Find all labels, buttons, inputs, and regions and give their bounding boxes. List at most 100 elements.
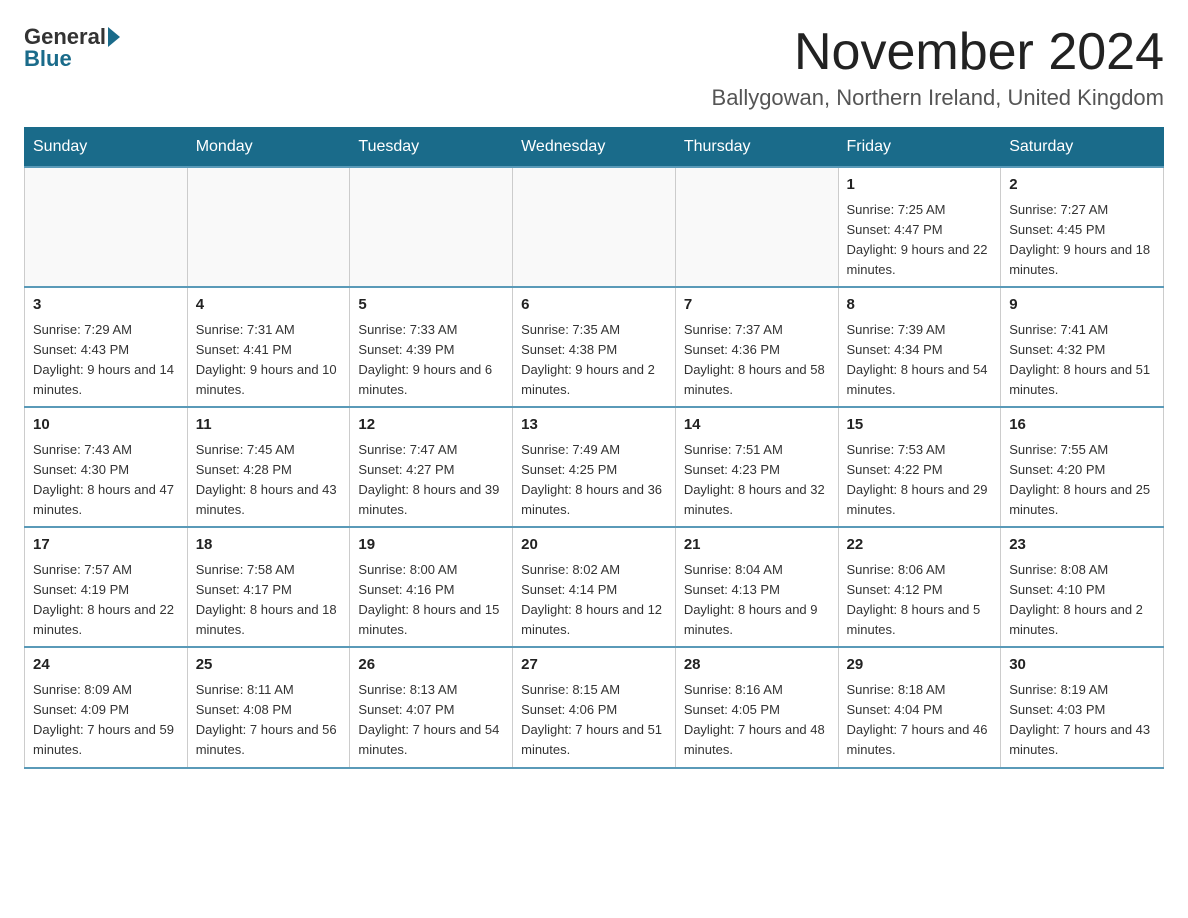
day-number: 9: [1009, 294, 1155, 317]
day-info: Sunrise: 7:43 AMSunset: 4:30 PMDaylight:…: [33, 440, 179, 521]
weekday-header-tuesday: Tuesday: [350, 128, 513, 168]
month-year-title: November 2024: [712, 24, 1164, 81]
location-subtitle: Ballygowan, Northern Ireland, United Kin…: [712, 85, 1164, 111]
day-info: Sunrise: 7:53 AMSunset: 4:22 PMDaylight:…: [847, 440, 993, 521]
calendar-cell: 16 Sunrise: 7:55 AMSunset: 4:20 PMDayligh…: [1001, 407, 1164, 527]
day-info: Sunrise: 8:15 AMSunset: 4:06 PMDaylight:…: [521, 680, 667, 761]
day-info: Sunrise: 7:41 AMSunset: 4:32 PMDaylight:…: [1009, 320, 1155, 401]
calendar-cell: 12 Sunrise: 7:47 AMSunset: 4:27 PMDayligh…: [350, 407, 513, 527]
calendar-cell: 28 Sunrise: 8:16 AMSunset: 4:05 PMDayligh…: [675, 647, 838, 767]
day-number: 26: [358, 654, 504, 677]
day-number: 10: [33, 414, 179, 437]
calendar-cell: 1 Sunrise: 7:25 AMSunset: 4:47 PMDaylight…: [838, 167, 1001, 287]
calendar-cell: 5 Sunrise: 7:33 AMSunset: 4:39 PMDaylight…: [350, 287, 513, 407]
calendar-cell: 21 Sunrise: 8:04 AMSunset: 4:13 PMDayligh…: [675, 527, 838, 647]
day-info: Sunrise: 8:16 AMSunset: 4:05 PMDaylight:…: [684, 680, 830, 761]
calendar-cell: 8Sunrise: 7:39 AMSunset: 4:34 PMDaylight…: [838, 287, 1001, 407]
calendar-week-row: 10 Sunrise: 7:43 AMSunset: 4:30 PMDayligh…: [25, 407, 1164, 527]
weekday-header-friday: Friday: [838, 128, 1001, 168]
day-number: 20: [521, 534, 667, 557]
day-info: Sunrise: 7:47 AMSunset: 4:27 PMDaylight:…: [358, 440, 504, 521]
calendar-cell: 14 Sunrise: 7:51 AMSunset: 4:23 PMDayligh…: [675, 407, 838, 527]
calendar-cell: 6Sunrise: 7:35 AMSunset: 4:38 PMDaylight…: [513, 287, 676, 407]
calendar-cell: 25Sunrise: 8:11 AMSunset: 4:08 PMDayligh…: [187, 647, 350, 767]
weekday-header-thursday: Thursday: [675, 128, 838, 168]
day-info: Sunrise: 8:09 AMSunset: 4:09 PMDaylight:…: [33, 680, 179, 761]
day-number: 4: [196, 294, 342, 317]
day-number: 16: [1009, 414, 1155, 437]
day-number: 8: [847, 294, 993, 317]
weekday-header-wednesday: Wednesday: [513, 128, 676, 168]
calendar-cell: 2 Sunrise: 7:27 AMSunset: 4:45 PMDaylight…: [1001, 167, 1164, 287]
calendar-cell: 29 Sunrise: 8:18 AMSunset: 4:04 PMDayligh…: [838, 647, 1001, 767]
calendar-cell: 3 Sunrise: 7:29 AMSunset: 4:43 PMDaylight…: [25, 287, 188, 407]
day-number: 17: [33, 534, 179, 557]
logo: General Blue: [24, 24, 120, 72]
calendar-cell: 23 Sunrise: 8:08 AMSunset: 4:10 PMDayligh…: [1001, 527, 1164, 647]
calendar-cell: 26 Sunrise: 8:13 AMSunset: 4:07 PMDayligh…: [350, 647, 513, 767]
day-info: Sunrise: 7:58 AMSunset: 4:17 PMDaylight:…: [196, 560, 342, 641]
day-info: Sunrise: 8:11 AMSunset: 4:08 PMDaylight:…: [196, 680, 342, 761]
day-number: 23: [1009, 534, 1155, 557]
day-info: Sunrise: 8:04 AMSunset: 4:13 PMDaylight:…: [684, 560, 830, 641]
calendar-cell: [350, 167, 513, 287]
day-info: Sunrise: 7:29 AMSunset: 4:43 PMDaylight:…: [33, 320, 179, 401]
logo-arrow-icon: [108, 27, 120, 47]
weekday-header-monday: Monday: [187, 128, 350, 168]
day-info: Sunrise: 7:55 AMSunset: 4:20 PMDaylight:…: [1009, 440, 1155, 521]
day-info: Sunrise: 7:51 AMSunset: 4:23 PMDaylight:…: [684, 440, 830, 521]
calendar-cell: 17Sunrise: 7:57 AMSunset: 4:19 PMDayligh…: [25, 527, 188, 647]
day-number: 24: [33, 654, 179, 677]
day-info: Sunrise: 7:33 AMSunset: 4:39 PMDaylight:…: [358, 320, 504, 401]
calendar-cell: 24 Sunrise: 8:09 AMSunset: 4:09 PMDayligh…: [25, 647, 188, 767]
day-info: Sunrise: 8:06 AMSunset: 4:12 PMDaylight:…: [847, 560, 993, 641]
weekday-header-saturday: Saturday: [1001, 128, 1164, 168]
calendar-table: SundayMondayTuesdayWednesdayThursdayFrid…: [24, 127, 1164, 768]
day-number: 3: [33, 294, 179, 317]
day-number: 13: [521, 414, 667, 437]
calendar-cell: 4 Sunrise: 7:31 AMSunset: 4:41 PMDaylight…: [187, 287, 350, 407]
day-number: 2: [1009, 174, 1155, 197]
day-info: Sunrise: 8:13 AMSunset: 4:07 PMDaylight:…: [358, 680, 504, 761]
day-number: 30: [1009, 654, 1155, 677]
day-number: 18: [196, 534, 342, 557]
day-number: 28: [684, 654, 830, 677]
page-header: General Blue November 2024 Ballygowan, N…: [24, 24, 1164, 111]
calendar-cell: 27 Sunrise: 8:15 AMSunset: 4:06 PMDayligh…: [513, 647, 676, 767]
calendar-cell: [513, 167, 676, 287]
calendar-header-row: SundayMondayTuesdayWednesdayThursdayFrid…: [25, 128, 1164, 168]
calendar-week-row: 3 Sunrise: 7:29 AMSunset: 4:43 PMDaylight…: [25, 287, 1164, 407]
day-info: Sunrise: 7:37 AMSunset: 4:36 PMDaylight:…: [684, 320, 830, 401]
day-number: 19: [358, 534, 504, 557]
day-info: Sunrise: 8:02 AMSunset: 4:14 PMDaylight:…: [521, 560, 667, 641]
day-number: 29: [847, 654, 993, 677]
calendar-cell: 20 Sunrise: 8:02 AMSunset: 4:14 PMDayligh…: [513, 527, 676, 647]
day-info: Sunrise: 8:08 AMSunset: 4:10 PMDaylight:…: [1009, 560, 1155, 641]
calendar-week-row: 24 Sunrise: 8:09 AMSunset: 4:09 PMDayligh…: [25, 647, 1164, 767]
day-info: Sunrise: 7:27 AMSunset: 4:45 PMDaylight:…: [1009, 200, 1155, 281]
day-info: Sunrise: 7:45 AMSunset: 4:28 PMDaylight:…: [196, 440, 342, 521]
calendar-cell: 9 Sunrise: 7:41 AMSunset: 4:32 PMDaylight…: [1001, 287, 1164, 407]
calendar-cell: 11 Sunrise: 7:45 AMSunset: 4:28 PMDayligh…: [187, 407, 350, 527]
day-number: 11: [196, 414, 342, 437]
day-info: Sunrise: 7:25 AMSunset: 4:47 PMDaylight:…: [847, 200, 993, 281]
day-info: Sunrise: 7:31 AMSunset: 4:41 PMDaylight:…: [196, 320, 342, 401]
calendar-cell: 22Sunrise: 8:06 AMSunset: 4:12 PMDayligh…: [838, 527, 1001, 647]
day-number: 27: [521, 654, 667, 677]
calendar-cell: 15 Sunrise: 7:53 AMSunset: 4:22 PMDayligh…: [838, 407, 1001, 527]
day-number: 5: [358, 294, 504, 317]
calendar-cell: 10 Sunrise: 7:43 AMSunset: 4:30 PMDayligh…: [25, 407, 188, 527]
day-number: 12: [358, 414, 504, 437]
day-number: 15: [847, 414, 993, 437]
day-number: 14: [684, 414, 830, 437]
calendar-cell: 18 Sunrise: 7:58 AMSunset: 4:17 PMDayligh…: [187, 527, 350, 647]
calendar-week-row: 17Sunrise: 7:57 AMSunset: 4:19 PMDayligh…: [25, 527, 1164, 647]
calendar-cell: 19Sunrise: 8:00 AMSunset: 4:16 PMDayligh…: [350, 527, 513, 647]
calendar-cell: [25, 167, 188, 287]
day-info: Sunrise: 8:19 AMSunset: 4:03 PMDaylight:…: [1009, 680, 1155, 761]
weekday-header-sunday: Sunday: [25, 128, 188, 168]
day-number: 21: [684, 534, 830, 557]
day-number: 1: [847, 174, 993, 197]
day-info: Sunrise: 8:18 AMSunset: 4:04 PMDaylight:…: [847, 680, 993, 761]
calendar-cell: [675, 167, 838, 287]
